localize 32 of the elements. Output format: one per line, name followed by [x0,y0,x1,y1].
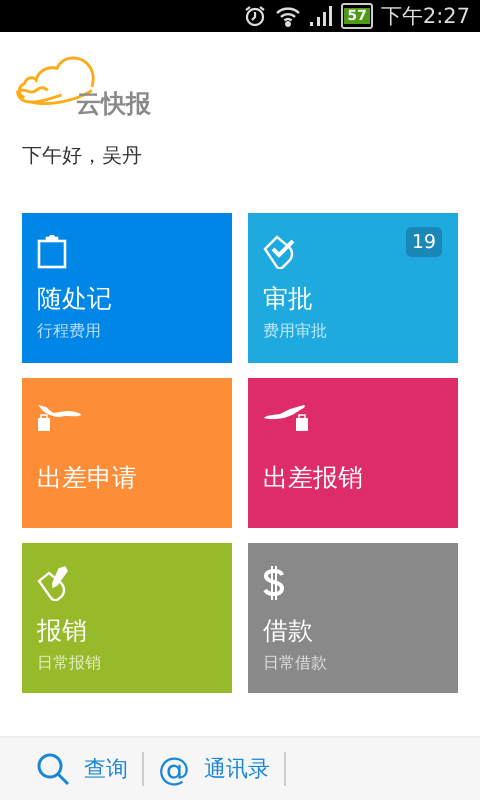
search-icon [36,752,70,786]
tile-title: 报销 [37,615,87,647]
menu-tile[interactable]: 审批 费用审批 19 [248,213,458,363]
clipboard-icon [37,235,67,269]
tile-subtitle: 日常报销 [37,653,101,674]
menu-tile[interactable]: 出差报销 [248,378,458,528]
wifi-icon [275,5,302,27]
plane-luggage-icon [37,404,83,432]
battery-indicator: 57 [341,3,373,29]
count-badge: 19 [406,227,442,257]
signal-icon [309,5,334,27]
nav-button[interactable]: 查询 [36,752,142,786]
menu-tile[interactable]: 借款 日常借款 [248,543,458,693]
tile-subtitle: 费用审批 [263,321,327,342]
tile-title: 审批 [263,283,313,315]
tile-subtitle: 行程费用 [37,321,101,342]
menu-tile[interactable]: 随处记 行程费用 [22,213,232,363]
nav-button[interactable]: @ 通讯录 [158,752,284,786]
app-logo-text: 云快报 [76,88,151,120]
tile-subtitle: 日常借款 [263,653,327,674]
tile-title: 随处记 [37,283,112,315]
dollar-icon [263,565,285,601]
plane-luggage-icon [263,404,309,432]
clock-time: 下午2:27 [380,3,470,30]
tile-title: 出差报销 [263,462,363,494]
menu-tile[interactable]: 报销 日常报销 [22,543,232,693]
tile-title: 出差申请 [37,462,137,494]
alarm-icon [243,4,268,28]
greeting-text: 下午好，吴丹 [22,142,142,169]
tile-title: 借款 [263,615,313,647]
at-sign-icon: @ [158,752,190,786]
menu-tile[interactable]: 出差申请 [22,378,232,528]
